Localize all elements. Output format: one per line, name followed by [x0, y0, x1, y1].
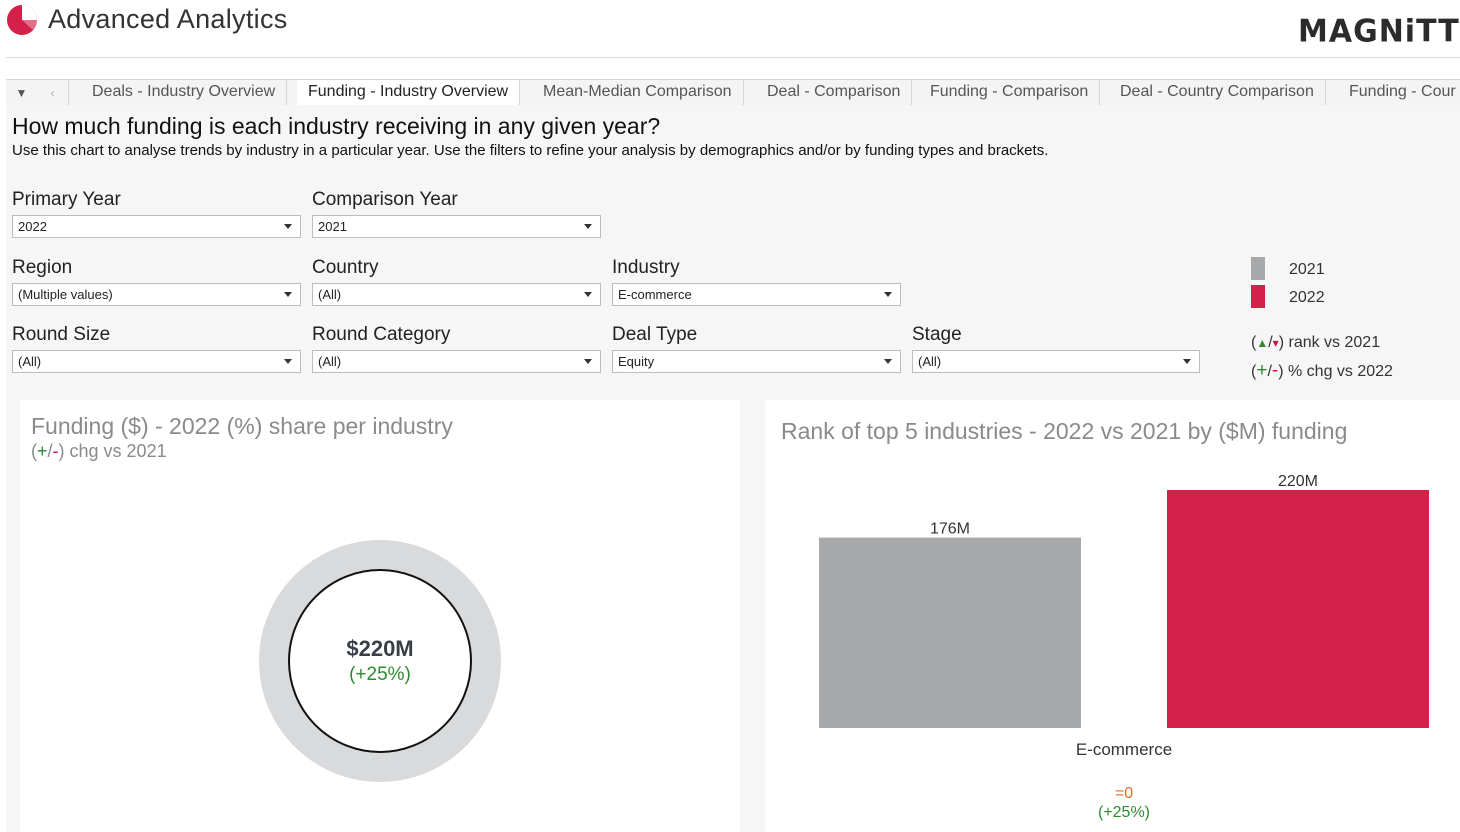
legend-rank-key: (▲/▾) rank vs 2021 [1251, 334, 1381, 351]
dropdown-caret-icon [284, 359, 292, 364]
app-title: Advanced Analytics [48, 4, 288, 34]
deal-type-select[interactable]: Equity [612, 350, 901, 373]
deal-type-value: Equity [618, 354, 655, 369]
round-category-label: Round Category [312, 324, 451, 345]
tab-mean-median-comparison[interactable]: Mean-Median Comparison [532, 80, 744, 105]
rank-bar-chart: 176M 220M [819, 473, 1429, 728]
country-value: (All) [318, 287, 342, 302]
app-logo-icon [7, 5, 37, 35]
primary-year-value: 2022 [18, 219, 47, 234]
country-select[interactable]: (All) [312, 283, 601, 306]
legend-swatch-2021 [1251, 257, 1265, 280]
rank-change-indicator: =0 [1114, 785, 1134, 802]
country-label: Country [312, 257, 379, 278]
round-category-select[interactable]: (All) [312, 350, 601, 373]
percent-change-indicator: (+25%) [1097, 804, 1151, 821]
legend-label-2021: 2021 [1289, 261, 1325, 278]
tab-bar: ▼ ‹ Deals - Industry Overview Funding - … [6, 79, 1460, 106]
tab-deal-country-comparison[interactable]: Deal - Country Comparison [1109, 80, 1326, 105]
brand-logo: MAGNiTT [1298, 13, 1460, 50]
bar-label-2021: 176M [930, 521, 970, 538]
dropdown-caret-icon [584, 292, 592, 297]
legend-change-key: (+/-) % chg vs 2022 [1251, 360, 1393, 381]
dropdown-caret-icon [584, 224, 592, 229]
industry-select[interactable]: E-commerce [612, 283, 901, 306]
region-value: (Multiple values) [18, 287, 113, 302]
tab-funding-country-comparison[interactable]: Funding - Cour [1338, 80, 1460, 105]
dropdown-caret-icon [884, 292, 892, 297]
donut-center-value: $220M [346, 636, 414, 661]
rank-up-icon: ▲ [1256, 336, 1269, 350]
comparison-year-value: 2021 [318, 219, 347, 234]
primary-year-label: Primary Year [12, 189, 121, 210]
header-divider [6, 57, 1460, 58]
industry-label: Industry [612, 257, 680, 278]
round-size-value: (All) [18, 354, 42, 369]
dashboard-instructions: Use this chart to analyse trends by indu… [12, 142, 1049, 159]
caret-down-icon: ▼ [15, 85, 28, 100]
donut-panel-subtitle: (+/-) chg vs 2021 [31, 441, 167, 461]
bar-label-2022: 220M [1278, 473, 1318, 490]
dropdown-caret-icon [584, 359, 592, 364]
donut-center-change: (+25%) [349, 664, 411, 685]
round-category-value: (All) [318, 354, 342, 369]
dropdown-caret-icon [884, 359, 892, 364]
dashboard-question: How much funding is each industry receiv… [12, 113, 661, 139]
legend-swatch-2022 [1251, 285, 1265, 308]
dropdown-caret-icon [284, 292, 292, 297]
region-label: Region [12, 257, 73, 278]
rank-chart-title: Rank of top 5 industries - 2022 vs 2021 … [781, 418, 1348, 444]
bar-2021-e-commerce[interactable] [819, 537, 1081, 728]
industry-value: E-commerce [618, 287, 692, 302]
legend-change-text: % chg vs 2022 [1288, 363, 1393, 380]
tab-deals-industry-overview[interactable]: Deals - Industry Overview [81, 80, 288, 105]
region-select[interactable]: (Multiple values) [12, 283, 301, 306]
comparison-year-label: Comparison Year [312, 189, 458, 210]
primary-year-select[interactable]: 2022 [12, 215, 301, 238]
tab-funding-industry-overview[interactable]: Funding - Industry Overview [297, 80, 521, 105]
tab-menu-button[interactable]: ▼ [6, 80, 38, 105]
bar-2022-e-commerce[interactable] [1167, 490, 1429, 728]
legend-rank-text: rank vs 2021 [1288, 334, 1381, 351]
tab-scroll-left-button[interactable]: ‹ [37, 80, 69, 105]
donut-panel-title: Funding ($) - 2022 (%) share per industr… [31, 413, 453, 439]
round-size-label: Round Size [12, 324, 111, 345]
bar-category-label: E-commerce [1075, 740, 1173, 759]
stage-label: Stage [912, 324, 962, 345]
chevron-left-icon: ‹ [50, 85, 55, 100]
comparison-year-select[interactable]: 2021 [312, 215, 601, 238]
tab-deal-comparison[interactable]: Deal - Comparison [756, 80, 913, 105]
plus-icon: + [1256, 360, 1268, 381]
legend-label-2022: 2022 [1289, 289, 1325, 306]
tab-funding-comparison[interactable]: Funding - Comparison [919, 80, 1101, 105]
deal-type-label: Deal Type [612, 324, 698, 345]
stage-select[interactable]: (All) [912, 350, 1200, 373]
dropdown-caret-icon [1183, 359, 1191, 364]
round-size-select[interactable]: (All) [12, 350, 301, 373]
stage-value: (All) [918, 354, 942, 369]
dropdown-caret-icon [284, 224, 292, 229]
